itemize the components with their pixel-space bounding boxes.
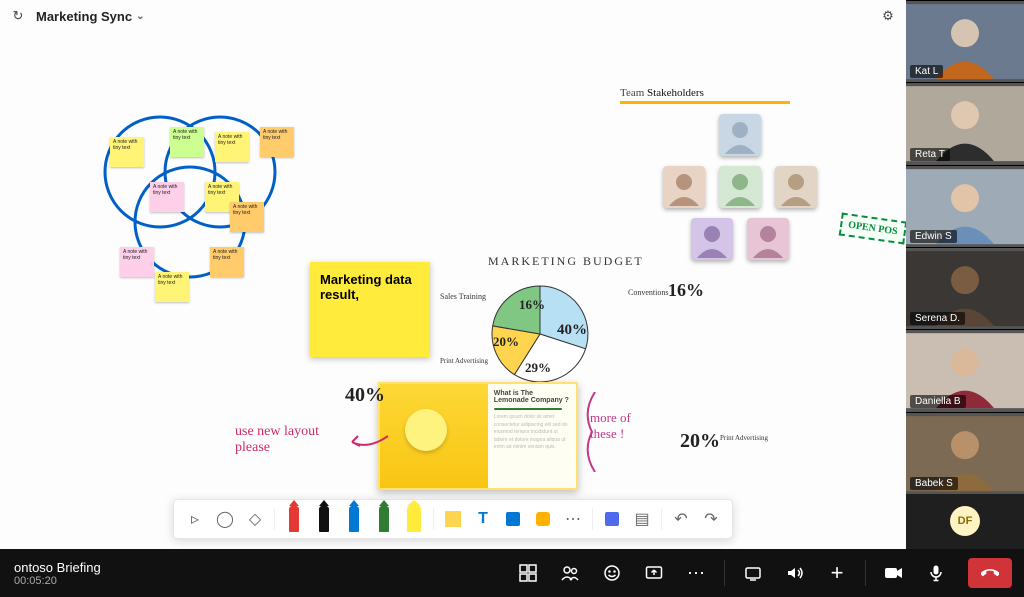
shape-tool[interactable] <box>502 504 524 534</box>
stakeholder-photo[interactable] <box>719 166 761 208</box>
text-tool[interactable]: T <box>472 504 494 534</box>
volume-icon[interactable] <box>785 563 805 583</box>
sticky-note[interactable]: A note with tiny text <box>170 127 204 157</box>
brace-icon <box>580 392 600 472</box>
big-sticky-note[interactable]: Marketing data result, <box>310 262 430 357</box>
stat-label: Print Advertising <box>720 434 768 442</box>
sticky-note[interactable]: A note with tiny text <box>155 272 189 302</box>
arrow-icon <box>350 432 390 452</box>
participants-panel: Kat L Reta T Edwin S Serena D. Daniella … <box>906 0 1024 549</box>
sticky-note[interactable]: A note with tiny text <box>210 247 244 277</box>
participant-tile[interactable]: Edwin S <box>906 165 1024 247</box>
stakeholder-photo[interactable] <box>747 218 789 260</box>
participants-icon[interactable] <box>560 563 580 583</box>
reactions-icon[interactable] <box>602 563 622 583</box>
board-title-dropdown[interactable]: Marketing Sync ⌄ <box>36 9 144 24</box>
pie-legend-label: Print Advertising <box>440 357 488 365</box>
undo-button[interactable]: ↶ <box>670 504 692 534</box>
participant-name: Babek S <box>910 477 958 490</box>
participant-name: Kat L <box>910 65 943 78</box>
lasso-tool[interactable]: ◯ <box>214 504 236 534</box>
pie-legend-label: Conventions <box>628 288 668 297</box>
more-actions-icon[interactable]: ⋯ <box>686 563 706 583</box>
refresh-icon[interactable]: ↻ <box>10 8 26 24</box>
participant-name: Serena D. <box>910 312 965 325</box>
participant-tile[interactable]: Babek S <box>906 412 1024 494</box>
gallery-view-icon[interactable] <box>518 563 538 583</box>
pie-callout-pct: 16% <box>668 280 704 301</box>
stakeholder-photo[interactable] <box>691 218 733 260</box>
participant-tile[interactable]: Serena D. <box>906 247 1024 329</box>
participant-tile[interactable]: Kat L <box>906 0 1024 82</box>
handwriting-percent: 40% <box>345 384 385 407</box>
participant-tile[interactable]: Reta T <box>906 82 1024 164</box>
participant-name: Edwin S <box>910 230 957 243</box>
pie-legend-label: Sales Training <box>440 292 486 301</box>
pie-chart[interactable]: 40% 29% 20% 16% <box>475 272 615 392</box>
add-icon[interactable]: + <box>827 563 847 583</box>
pen-red[interactable] <box>283 504 305 534</box>
hangup-button[interactable] <box>968 558 1012 588</box>
sticky-note[interactable]: A note with tiny text <box>260 127 294 157</box>
pie-slice-pct: 16% <box>519 297 545 313</box>
whiteboard-toolbar: ▹ ◯ ◇ T ⋯ ▤ ↶ ↷ <box>173 499 733 539</box>
meeting-control-bar: ontoso Briefing 00:05:20 ⋯ + <box>0 549 1024 597</box>
camera-icon[interactable] <box>884 563 904 583</box>
stake-title-handwriting: Stakeholders <box>647 87 704 99</box>
pie-slice-pct: 40% <box>557 322 587 339</box>
sticky-note[interactable]: A note with tiny text <box>150 182 184 212</box>
sticky-note[interactable]: A note with tiny text <box>230 202 264 232</box>
sticky-note[interactable]: A note with tiny text <box>120 247 154 277</box>
eraser-tool[interactable]: ◇ <box>244 504 266 534</box>
pen-green[interactable] <box>373 504 395 534</box>
pen-blue[interactable] <box>343 504 365 534</box>
board-title-text: Marketing Sync <box>36 9 132 24</box>
pen-black[interactable] <box>313 504 335 534</box>
pasted-doc-heading: What is The Lemonade Company ? <box>494 390 570 404</box>
redo-button[interactable]: ↷ <box>700 504 722 534</box>
template-tool[interactable] <box>601 504 623 534</box>
stakeholder-photo[interactable] <box>719 114 761 156</box>
cursor-tool[interactable]: ▹ <box>184 504 206 534</box>
pie-slice-pct: 29% <box>525 360 551 376</box>
whiteboard-canvas[interactable]: A note with tiny text A note with tiny t… <box>0 32 906 549</box>
highlighter-yellow[interactable] <box>403 504 425 534</box>
stakeholder-photo[interactable] <box>663 166 705 208</box>
meeting-info: ontoso Briefing 00:05:20 <box>0 560 115 587</box>
image-tool[interactable]: ▤ <box>631 504 653 534</box>
stat-percent: 20% <box>680 430 720 453</box>
pie-slice-pct: 20% <box>493 334 519 350</box>
reaction-tool[interactable] <box>532 504 554 534</box>
gear-icon[interactable]: ⚙ <box>880 8 896 24</box>
whiteboard-area: ↻ Marketing Sync ⌄ ⚙ A note with tiny te… <box>0 0 906 549</box>
self-avatar[interactable]: DF <box>950 506 980 536</box>
more-tool[interactable]: ⋯ <box>562 504 584 534</box>
meeting-name: ontoso Briefing <box>14 560 101 575</box>
participant-name: Daniella B <box>910 395 966 408</box>
self-avatar-row: DF <box>906 494 1024 549</box>
sticky-note[interactable]: A note with tiny text <box>215 132 249 162</box>
handwriting-note: use new layout please <box>235 424 355 456</box>
pasted-image[interactable]: What is The Lemonade Company ? Lorem ips… <box>378 382 578 490</box>
sticky-tool[interactable] <box>442 504 464 534</box>
microphone-icon[interactable] <box>926 563 946 583</box>
stake-title-label: Team <box>620 87 644 99</box>
whiteboard-header: ↻ Marketing Sync ⌄ ⚙ <box>0 0 906 32</box>
share-screen-icon[interactable] <box>644 563 664 583</box>
device-settings-icon[interactable] <box>743 563 763 583</box>
participant-name: Reta T <box>910 148 950 161</box>
chevron-down-icon: ⌄ <box>136 11 144 22</box>
stakeholder-photo[interactable] <box>775 166 817 208</box>
sticky-note[interactable]: A note with tiny text <box>110 137 144 167</box>
participant-tile[interactable]: Daniella B <box>906 329 1024 411</box>
meeting-duration: 00:05:20 <box>14 575 101 587</box>
stake-underline <box>620 101 790 104</box>
stakeholders-group[interactable]: Team Stakeholders <box>620 87 860 260</box>
